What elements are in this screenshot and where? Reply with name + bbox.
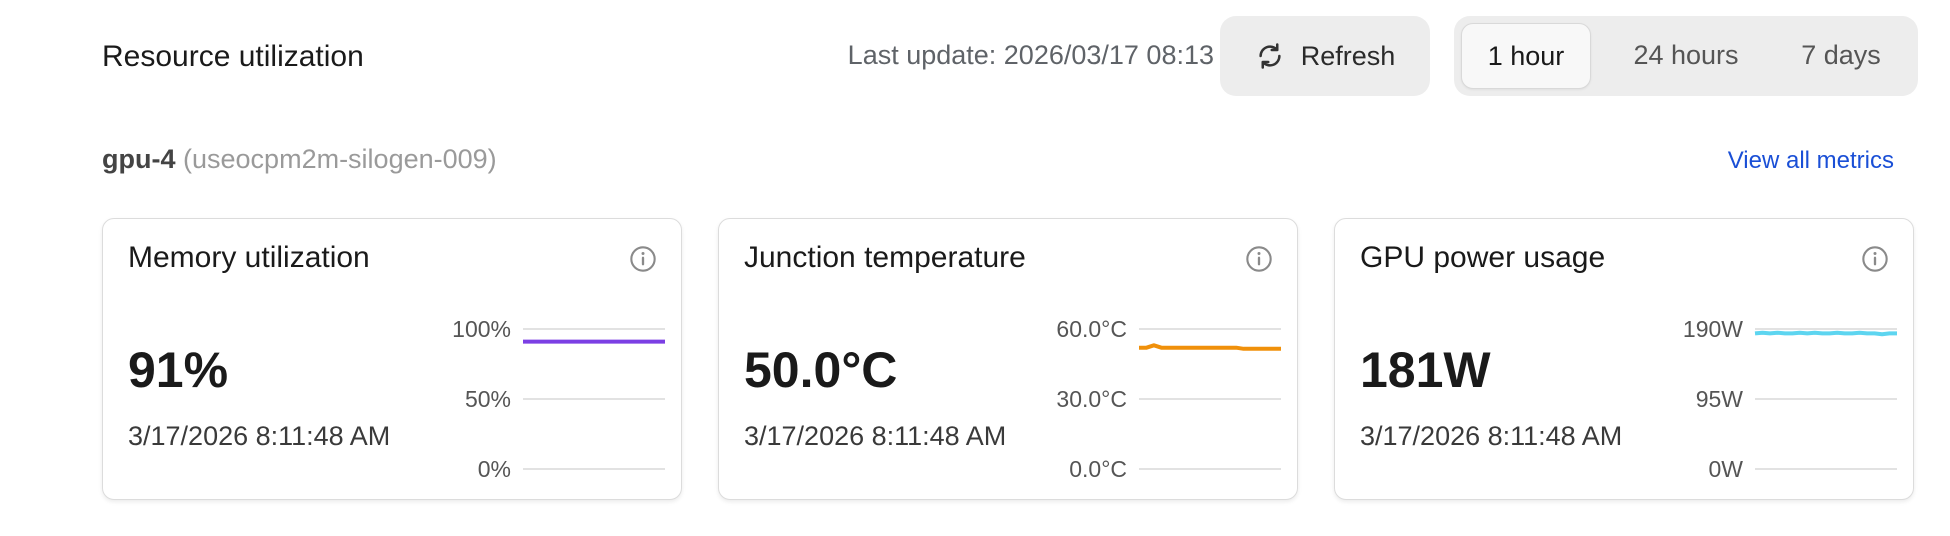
info-icon[interactable] [1245,245,1273,273]
tab-7-days[interactable]: 7 days [1776,23,1906,87]
axis-tick-label: 0.0°C [1069,456,1127,482]
axis-tick-label: 0W [1709,456,1744,482]
time-range-selector: 1 hour 24 hours 7 days [1454,16,1918,96]
page-title: Resource utilization [102,40,364,73]
axis-tick-label: 50% [465,386,511,412]
card-title: Memory utilization [128,241,370,274]
node-identifier: gpu-4 (useocpm2m-silogen-009) [102,144,497,175]
card-timestamp: 3/17/2026 8:11:48 AM [1360,421,1623,451]
axis-tick-label: 95W [1696,386,1744,412]
card-value: 181W [1360,342,1491,398]
axis-tick-label: 100% [452,316,511,342]
card-timestamp: 3/17/2026 8:11:48 AM [744,421,1007,451]
memory-utilization-card: Memory utilization 91% 3/17/2026 8:11:48… [102,218,682,500]
axis-tick-label: 0% [478,456,511,482]
series-line [1754,330,1897,337]
card-title: Junction temperature [744,241,1026,274]
refresh-label: Refresh [1300,40,1396,71]
axis-tick-label: 190W [1683,316,1743,342]
card-timestamp: 3/17/2026 8:11:48 AM [128,421,391,451]
node-name: gpu-4 [102,144,176,174]
gpu-power-usage-card: GPU power usage 181W 3/17/2026 8:11:48 A… [1334,218,1914,500]
info-icon[interactable] [629,245,657,273]
memory-sparkline: 100% 50% 0% [452,316,665,482]
refresh-icon [1259,43,1281,69]
power-sparkline: 190W 95W 0W [1683,316,1897,482]
card-value: 50.0°C [744,342,898,398]
series-line [1139,343,1281,351]
axis-tick-label: 30.0°C [1056,386,1127,412]
refresh-button[interactable]: Refresh [1220,16,1430,96]
tab-24-hours[interactable]: 24 hours [1606,23,1766,87]
last-update-text: Last update: 2026/03/17 08:13 [847,40,1214,70]
axis-tick-label: 60.0°C [1056,316,1127,342]
junction-temperature-card: Junction temperature 50.0°C 3/17/2026 8:… [718,218,1298,500]
card-title: GPU power usage [1360,241,1606,274]
node-host: (useocpm2m-silogen-009) [183,144,497,174]
info-icon[interactable] [1861,245,1889,273]
page-header: Resource utilization Last update: 2026/0… [102,16,1918,96]
card-value: 91% [128,342,229,398]
tab-1-hour[interactable]: 1 hour [1461,23,1591,89]
temperature-sparkline: 60.0°C 30.0°C 0.0°C [1056,316,1281,482]
view-all-metrics-link[interactable]: View all metrics [1728,147,1894,175]
